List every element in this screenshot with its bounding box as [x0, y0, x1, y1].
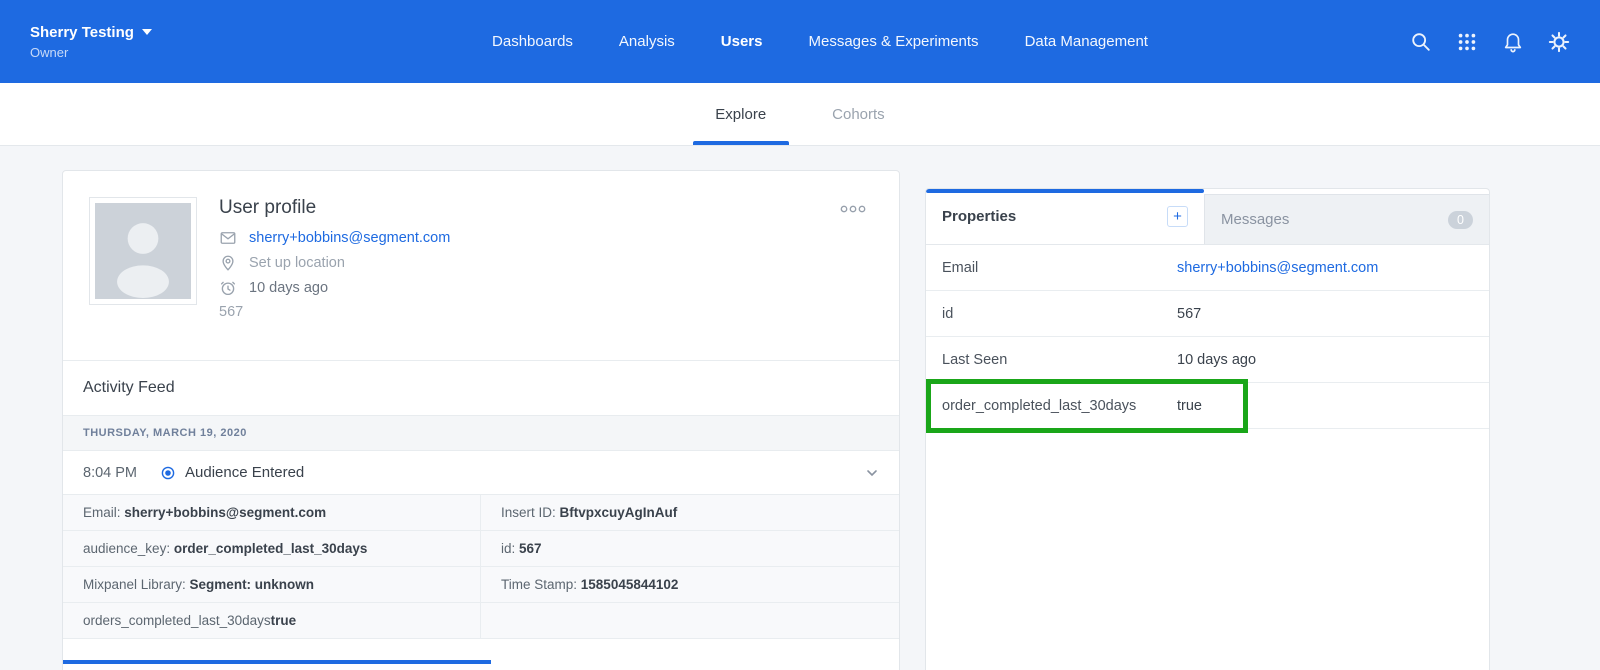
project-switcher[interactable]: Sherry Testing Owner	[30, 24, 250, 60]
profile-lastseen: 10 days ago	[249, 280, 328, 296]
property-row-id: id 567	[926, 291, 1489, 337]
topnav-icons	[1390, 31, 1570, 53]
detail-cell: id: 567	[481, 531, 899, 567]
tab-properties[interactable]: Properties +	[926, 189, 1204, 244]
active-tab-underline	[693, 141, 789, 145]
search-icon[interactable]	[1410, 31, 1432, 53]
tab-messages[interactable]: Messages 0	[1204, 194, 1489, 244]
envelope-icon	[219, 229, 237, 247]
chevron-down-icon[interactable]	[865, 466, 879, 480]
detail-label: audience_key:	[83, 541, 174, 556]
property-value-email-link[interactable]: sherry+bobbins@segment.com	[1177, 260, 1378, 276]
nav-item-messages-experiments[interactable]: Messages & Experiments	[808, 33, 978, 50]
event-name: Audience Entered	[185, 464, 304, 481]
event-detail-row: Email: sherry+bobbins@segment.com Insert…	[63, 495, 899, 531]
properties-panel: Properties + Messages 0 Email sherry+bob…	[925, 188, 1490, 670]
property-label: Email	[942, 260, 1177, 276]
event-dot-icon	[161, 466, 175, 480]
setup-location-link[interactable]: Set up location	[249, 255, 345, 271]
person-silhouette-icon	[95, 203, 191, 299]
nav-item-analysis[interactable]: Analysis	[619, 33, 675, 50]
bell-icon[interactable]	[1502, 31, 1524, 53]
detail-value: Segment: unknown	[190, 577, 315, 592]
tab-cohorts[interactable]: Cohorts	[822, 83, 895, 145]
detail-label: id:	[501, 541, 519, 556]
property-row-order-completed: order_completed_last_30days true	[926, 383, 1489, 429]
nav-item-users[interactable]: Users	[721, 33, 763, 50]
tab-explore[interactable]: Explore	[705, 83, 776, 145]
detail-cell: Mixpanel Library: Segment: unknown	[63, 567, 481, 603]
event-detail-row: audience_key: order_completed_last_30day…	[63, 531, 899, 567]
profile-user-id: 567	[219, 304, 879, 320]
event-time: 8:04 PM	[83, 465, 161, 481]
gear-icon[interactable]	[1548, 31, 1570, 53]
detail-value: order_completed_last_30days	[174, 541, 368, 556]
profile-section: User profile sherry+bobbins@segment.com …	[63, 171, 899, 361]
project-role: Owner	[30, 45, 250, 60]
profile-email-row: sherry+bobbins@segment.com	[219, 229, 879, 247]
profile-email-link[interactable]: sherry+bobbins@segment.com	[249, 230, 450, 246]
detail-label: Time Stamp:	[501, 577, 581, 592]
profile-lastseen-row: 10 days ago	[219, 279, 879, 297]
detail-value: BftvpxcuyAgInAuf	[560, 505, 678, 520]
profile-title: User profile	[219, 197, 879, 219]
property-label: Last Seen	[942, 352, 1177, 368]
detail-value: 567	[519, 541, 542, 556]
user-profile-card: User profile sherry+bobbins@segment.com …	[62, 170, 900, 670]
event-detail-row: orders_completed_last_30daystrue	[63, 603, 899, 639]
property-row-email: Email sherry+bobbins@segment.com	[926, 245, 1489, 291]
detail-label: Insert ID:	[501, 505, 560, 520]
nav-item-data-management[interactable]: Data Management	[1025, 33, 1148, 50]
event-detail-row: Mixpanel Library: Segment: unknown Time …	[63, 567, 899, 603]
event-row-audience-entered[interactable]: 8:04 PM Audience Entered	[63, 451, 899, 495]
location-pin-icon	[219, 254, 237, 272]
main-nav: Dashboards Analysis Users Messages & Exp…	[250, 33, 1390, 50]
avatar	[89, 197, 197, 305]
property-value: 10 days ago	[1177, 352, 1256, 368]
detail-cell: Time Stamp: 1585045844102	[481, 567, 899, 603]
property-value: true	[1177, 398, 1202, 414]
nav-item-dashboards[interactable]: Dashboards	[492, 33, 573, 50]
property-value: 567	[1177, 306, 1201, 322]
detail-cell: Email: sherry+bobbins@segment.com	[63, 495, 481, 531]
tab-messages-label: Messages	[1221, 211, 1289, 228]
properties-tabs: Properties + Messages 0	[926, 189, 1489, 245]
activity-feed-title: Activity Feed	[63, 361, 899, 416]
sub-nav: Explore Cohorts	[0, 83, 1600, 146]
partial-blue-bar	[63, 660, 491, 664]
detail-label: Mixpanel Library:	[83, 577, 190, 592]
detail-label: Email:	[83, 505, 124, 520]
detail-cell: audience_key: order_completed_last_30day…	[63, 531, 481, 567]
caret-down-icon	[142, 29, 152, 35]
detail-cell: Insert ID: BftvpxcuyAgInAuf	[481, 495, 899, 531]
clock-icon	[219, 279, 237, 297]
active-tab-top-bar	[926, 189, 1204, 193]
property-row-last-seen: Last Seen 10 days ago	[926, 337, 1489, 383]
detail-value: 1585045844102	[581, 577, 679, 592]
property-label: id	[942, 306, 1177, 322]
detail-cell	[481, 603, 899, 639]
apps-grid-icon[interactable]	[1456, 31, 1478, 53]
detail-cell: orders_completed_last_30daystrue	[63, 603, 481, 639]
mixpanel-users-page: Sherry Testing Owner Dashboards Analysis…	[0, 0, 1600, 670]
tab-properties-label: Properties	[942, 208, 1016, 225]
add-property-button[interactable]: +	[1167, 206, 1188, 227]
tab-cohorts-label: Cohorts	[832, 106, 885, 123]
detail-value: sherry+bobbins@segment.com	[124, 505, 326, 520]
content-area: User profile sherry+bobbins@segment.com …	[0, 146, 1600, 670]
detail-label: orders_completed_last_30days	[83, 613, 271, 628]
property-label: order_completed_last_30days	[942, 398, 1177, 414]
top-nav: Sherry Testing Owner Dashboards Analysis…	[0, 0, 1600, 83]
project-name: Sherry Testing	[30, 24, 134, 41]
overflow-menu-icon[interactable]	[839, 201, 867, 219]
feed-date-header: THURSDAY, MARCH 19, 2020	[63, 416, 899, 451]
detail-value: true	[271, 613, 297, 628]
tab-explore-label: Explore	[715, 106, 766, 123]
profile-location-row: Set up location	[219, 254, 879, 272]
messages-count-badge: 0	[1448, 211, 1473, 229]
